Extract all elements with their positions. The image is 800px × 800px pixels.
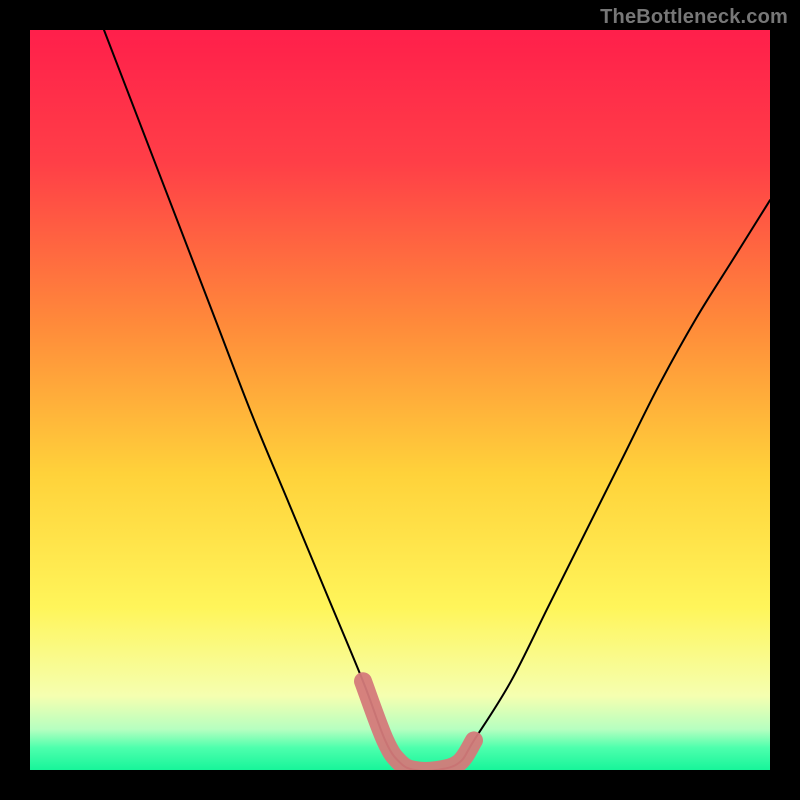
curve-layer bbox=[30, 30, 770, 770]
chart-frame: TheBottleneck.com bbox=[0, 0, 800, 800]
bottleneck-curve bbox=[104, 30, 770, 770]
bottleneck-highlight bbox=[363, 681, 474, 770]
plot-area bbox=[30, 30, 770, 770]
watermark-text: TheBottleneck.com bbox=[600, 6, 788, 29]
